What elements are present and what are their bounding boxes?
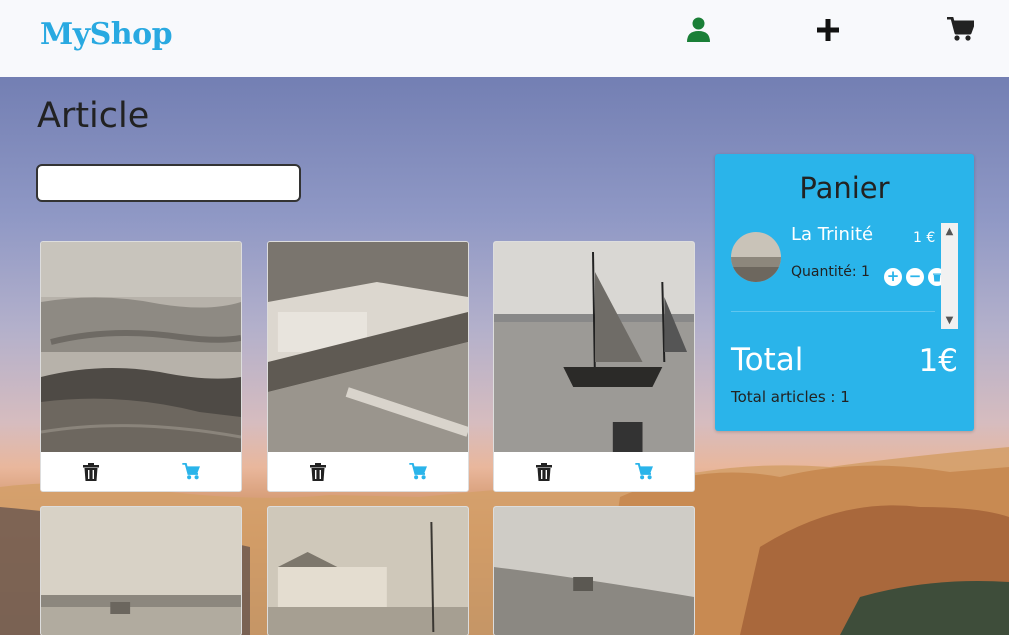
logo[interactable]: MyShop	[40, 17, 173, 52]
cart-item-quantity: Quantité: 1	[791, 264, 870, 280]
product-card[interactable]	[493, 241, 695, 492]
search-input[interactable]	[36, 164, 301, 202]
top-navbar: MyShop	[0, 0, 1009, 77]
product-photo	[494, 507, 694, 635]
total-value: 1€	[918, 343, 958, 379]
add-to-cart-icon[interactable]	[182, 462, 201, 484]
increase-quantity-button[interactable]: +	[884, 268, 902, 286]
page-title: Article	[37, 96, 150, 136]
product-photo	[41, 507, 241, 635]
product-photo	[494, 242, 694, 452]
cart-item-thumbnail	[731, 232, 781, 282]
product-card[interactable]	[493, 506, 695, 635]
product-card[interactable]	[267, 506, 469, 635]
cart-title: Panier	[799, 171, 890, 205]
cart-icon[interactable]	[947, 17, 974, 42]
product-card[interactable]	[40, 241, 242, 492]
trash-icon[interactable]	[83, 463, 99, 485]
total-articles-count: Total articles : 1	[731, 388, 850, 406]
plus-icon[interactable]	[817, 19, 839, 41]
decrease-quantity-button[interactable]: −	[906, 268, 924, 286]
cart-item: La Trinité 1 € Quantité: 1 + −	[715, 222, 946, 312]
add-to-cart-icon[interactable]	[635, 462, 654, 484]
product-photo	[41, 242, 241, 452]
product-photo	[268, 242, 468, 452]
add-to-cart-icon[interactable]	[409, 462, 428, 484]
card-actions	[41, 452, 241, 491]
scroll-up-arrow-icon[interactable]: ▲	[941, 223, 958, 240]
user-icon[interactable]	[687, 17, 710, 42]
card-actions	[494, 452, 694, 491]
card-actions	[268, 452, 468, 491]
product-card[interactable]	[267, 241, 469, 492]
total-label: Total	[731, 342, 804, 378]
cart-scrollbar[interactable]: ▲ ▼	[941, 223, 958, 329]
cart-divider	[731, 311, 935, 312]
trash-icon[interactable]	[310, 463, 326, 485]
product-photo	[268, 507, 468, 635]
trash-icon[interactable]	[536, 463, 552, 485]
cart-item-name: La Trinité	[791, 224, 874, 245]
scroll-down-arrow-icon[interactable]: ▼	[941, 312, 958, 329]
cart-panel: Panier La Trinité 1 € Quantité: 1 + − ▲ …	[715, 154, 974, 431]
cart-item-price: 1 €	[913, 230, 936, 246]
product-card[interactable]	[40, 506, 242, 635]
